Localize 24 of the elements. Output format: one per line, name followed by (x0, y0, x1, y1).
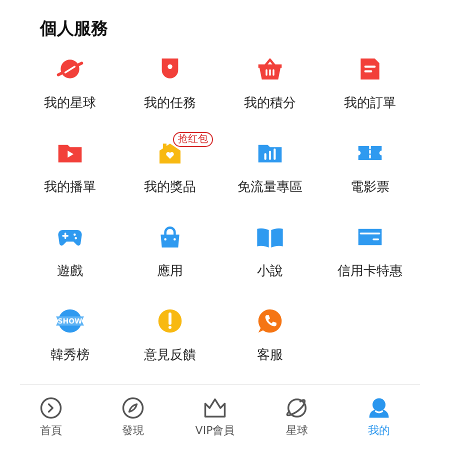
service-label[interactable]: 韓秀榜 (50, 346, 90, 364)
phone-bubble-icon[interactable] (256, 307, 284, 335)
tab-item[interactable]: 發現 (92, 395, 174, 438)
service-label[interactable]: 我的任務 (144, 94, 196, 112)
service-label[interactable]: 我的星球 (44, 94, 96, 112)
service-label[interactable]: 應用 (157, 262, 183, 280)
tab-item[interactable]: 星球 (256, 395, 338, 438)
compass-icon (120, 395, 146, 421)
section-title: 個人服務 (38, 18, 109, 41)
exclamation-icon[interactable] (156, 307, 184, 335)
tab-item[interactable]: VIP會員 (174, 395, 256, 438)
service-label[interactable]: 電影票 (350, 178, 390, 196)
tab-item[interactable]: 首頁 (10, 395, 92, 438)
service-label[interactable]: 我的積分 (244, 94, 296, 112)
service-label[interactable]: 客服 (257, 346, 283, 364)
service-label[interactable]: 免流量專區 (238, 178, 302, 196)
service-label[interactable]: 遊戲 (57, 262, 83, 280)
promo-badge: 抢红包 (173, 132, 213, 147)
service-label[interactable]: 我的獎品 (144, 178, 196, 196)
service-label[interactable]: 小說 (257, 262, 283, 280)
service-label[interactable]: 我的播單 (44, 178, 96, 196)
service-label[interactable]: 意見反饋 (144, 346, 196, 364)
service-label[interactable]: 信用卡特惠 (338, 262, 402, 280)
service-label[interactable]: 我的訂單 (344, 94, 396, 112)
